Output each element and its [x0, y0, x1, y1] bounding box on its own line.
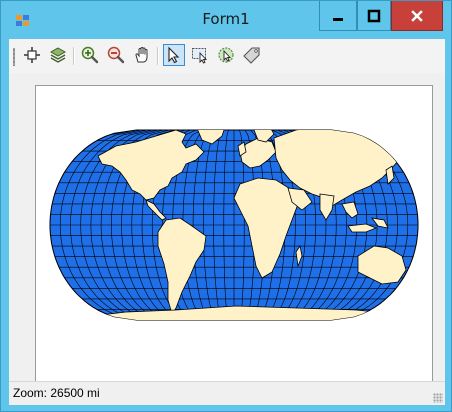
form-client-area: Zoom: 26500 mi — [9, 39, 445, 405]
toolbar-separator — [157, 47, 158, 65]
select-rectangle-button[interactable] — [189, 44, 211, 66]
status-bar: Zoom: 26500 mi — [9, 381, 445, 405]
minimize-icon — [333, 17, 343, 21]
main-window: Form1 Zoom: 26500 mi — [0, 0, 452, 412]
zoom-in-icon — [81, 46, 99, 64]
layers-button[interactable] — [47, 44, 69, 66]
close-button[interactable] — [391, 1, 443, 31]
full-extent-button[interactable] — [21, 44, 43, 66]
label-tag-icon — [243, 47, 260, 64]
identify-button[interactable] — [215, 44, 237, 66]
app-icon — [16, 15, 29, 26]
label-button[interactable] — [241, 44, 263, 66]
world-map[interactable] — [36, 86, 432, 384]
select-button[interactable] — [163, 44, 185, 66]
select-rect-icon — [192, 48, 208, 64]
identify-icon — [218, 47, 234, 63]
zoom-out-icon — [107, 46, 125, 64]
title-bar[interactable]: Form1 — [1, 1, 451, 39]
toolbar-grip[interactable] — [13, 48, 15, 66]
size-grip[interactable] — [433, 393, 443, 403]
select-arrow-icon — [168, 46, 180, 64]
minimize-button[interactable] — [319, 1, 357, 31]
close-icon — [411, 9, 423, 22]
layers-icon — [49, 47, 67, 63]
zoom-out-button[interactable] — [105, 44, 127, 66]
map-toolbar — [9, 39, 445, 73]
toolbar-separator — [73, 47, 74, 65]
maximize-icon — [367, 9, 381, 22]
pan-extent-icon — [24, 47, 40, 63]
zoom-in-button[interactable] — [79, 44, 101, 66]
pan-hand-icon — [135, 46, 148, 63]
maximize-button[interactable] — [357, 1, 391, 31]
map-control[interactable] — [35, 85, 433, 385]
pan-button[interactable] — [131, 44, 153, 66]
land-polygon — [409, 281, 418, 299]
zoom-status: Zoom: 26500 mi — [13, 386, 100, 400]
window-title: Form1 — [202, 10, 250, 28]
